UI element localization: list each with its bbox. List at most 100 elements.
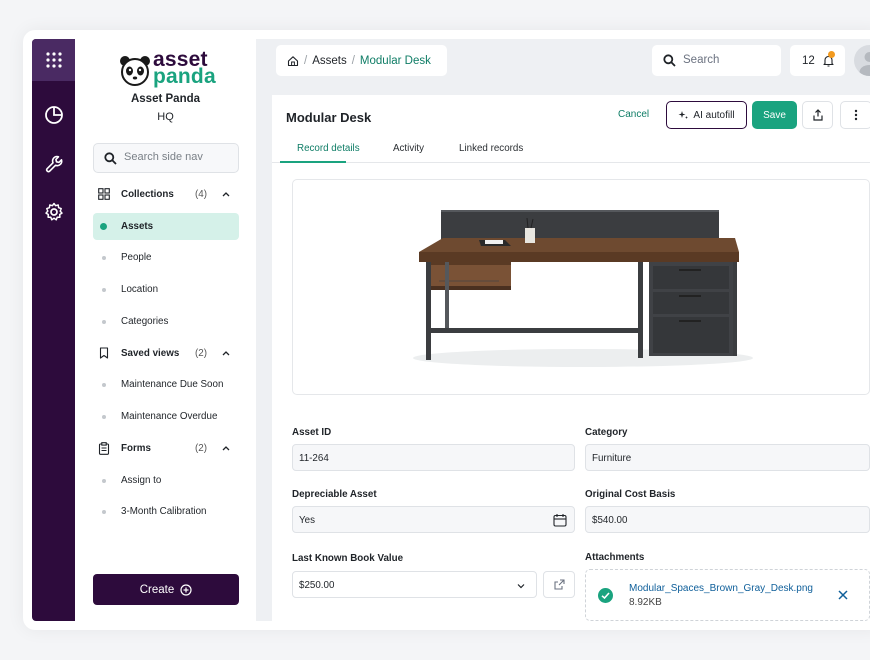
close-icon[interactable]: [837, 589, 849, 601]
desk-illustration: [413, 210, 753, 367]
cost-basis-label: Original Cost Basis: [585, 489, 676, 500]
sidebar-item-label: Maintenance Overdue: [121, 411, 218, 422]
active-tab-indicator: [280, 161, 346, 163]
ai-autofill-button[interactable]: AI autofill: [666, 101, 747, 129]
org-name: Asset Panda: [130, 93, 201, 105]
calendar-icon[interactable]: [553, 513, 567, 527]
chevron-up-icon[interactable]: [221, 189, 231, 199]
record-card: Modular Desk Cancel AI autofill Save Rec…: [272, 95, 870, 621]
attachment-file-size: 8.92KB: [629, 597, 662, 608]
breadcrumb-assets[interactable]: Assets: [312, 55, 347, 67]
tab-linked-records[interactable]: Linked records: [459, 143, 523, 154]
collections-icon: [98, 188, 110, 200]
more-vertical-icon: [854, 109, 858, 121]
sidebar-item-label: Location: [121, 284, 159, 295]
tab-record-details[interactable]: Record details: [297, 143, 360, 154]
chevron-down-icon: [517, 584, 525, 589]
sidebar-item-categories[interactable]: Categories: [93, 308, 239, 335]
sidebar-item-3-month-calibration[interactable]: 3-Month Calibration: [93, 498, 239, 525]
icon-rail: [32, 39, 75, 621]
sidebar-item-maintenance-overdue[interactable]: Maintenance Overdue: [93, 403, 239, 430]
asset-panda-logo: asset panda: [118, 48, 228, 96]
check-icon: [601, 592, 610, 600]
book-value-value: $250.00: [299, 580, 335, 591]
panda-logo-icon: [120, 56, 150, 86]
category-field[interactable]: Furniture: [585, 444, 870, 471]
asset-id-label: Asset ID: [292, 427, 332, 438]
apps-grid-button[interactable]: [32, 39, 75, 81]
bookmark-icon: [99, 347, 109, 359]
active-dot: [100, 223, 107, 230]
wrench-icon[interactable]: [43, 153, 65, 175]
create-button-label: Create: [139, 583, 175, 596]
main-content: / Assets / Modular Desk 12: [256, 39, 870, 621]
ai-autofill-label: AI autofill: [693, 109, 735, 121]
sidebar-item-assets[interactable]: Assets: [93, 213, 239, 240]
bullet-dot: [102, 287, 106, 292]
asset-image: [292, 179, 870, 395]
upload-complete-badge: [598, 588, 613, 603]
open-link-button[interactable]: [543, 571, 575, 598]
depreciable-asset-field[interactable]: Yes: [292, 506, 575, 533]
sidebar-item-label: Categories: [121, 316, 169, 327]
gear-icon[interactable]: [43, 201, 65, 223]
chevron-up-icon[interactable]: [221, 443, 231, 453]
cancel-button[interactable]: Cancel: [618, 109, 649, 120]
more-options-button[interactable]: [840, 101, 870, 129]
org-subtitle: HQ: [157, 111, 174, 123]
global-search-input[interactable]: [683, 54, 773, 66]
bullet-dot: [102, 319, 106, 324]
chevron-up-icon[interactable]: [221, 348, 231, 358]
sidebar-item-maintenance-due-soon[interactable]: Maintenance Due Soon: [93, 371, 239, 398]
cost-basis-field[interactable]: $540.00: [585, 506, 870, 533]
nav-group-count: (4): [195, 189, 207, 200]
sidebar-item-location[interactable]: Location: [93, 276, 239, 303]
create-button[interactable]: Create: [93, 574, 239, 605]
tab-activity[interactable]: Activity: [393, 143, 424, 154]
nav-group-count: (2): [195, 348, 207, 359]
notification-count: 12: [802, 54, 815, 67]
attachments-label: Attachments: [585, 552, 645, 563]
search-icon: [663, 54, 676, 67]
asset-id-field[interactable]: 11-264: [292, 444, 575, 471]
pie-chart-icon[interactable]: [43, 104, 65, 126]
sidebar-item-label: Maintenance Due Soon: [121, 379, 224, 390]
category-label: Category: [585, 427, 628, 438]
nav-group-saved-views[interactable]: Saved views (2): [93, 340, 239, 367]
book-value-select[interactable]: $250.00: [292, 571, 537, 598]
app-window: asset panda Asset Panda HQ Collections (…: [23, 30, 870, 630]
side-nav-search[interactable]: [93, 143, 239, 173]
sidebar-item-label: Assets: [121, 221, 154, 232]
sidebar-item-label: People: [121, 252, 152, 263]
avatar[interactable]: [854, 45, 870, 76]
search-icon: [104, 152, 117, 165]
breadcrumb: / Assets / Modular Desk: [276, 45, 447, 76]
side-nav: asset panda Asset Panda HQ Collections (…: [75, 39, 256, 621]
nav-group-forms[interactable]: Forms (2): [93, 435, 239, 462]
nav-group-label: Collections: [121, 189, 174, 200]
page-title: Modular Desk: [286, 110, 372, 125]
nav-group-collections[interactable]: Collections (4): [93, 181, 239, 208]
save-button[interactable]: Save: [752, 101, 797, 129]
home-icon[interactable]: [287, 55, 299, 67]
share-button[interactable]: [802, 101, 833, 129]
notifications-button[interactable]: 12: [790, 45, 845, 76]
global-search[interactable]: [652, 45, 781, 76]
breadcrumb-separator: /: [304, 54, 308, 67]
attachment-item[interactable]: Modular_Spaces_Brown_Gray_Desk.png 8.92K…: [585, 569, 870, 621]
nav-group-label: Saved views: [121, 348, 180, 359]
share-icon: [812, 109, 823, 121]
sidebar-item-assign-to[interactable]: Assign to: [93, 467, 239, 494]
bullet-dot: [102, 414, 106, 419]
logo-text-line2: panda: [153, 65, 216, 88]
nav-group-count: (2): [195, 443, 207, 454]
record-tabs: Record details Activity Linked records: [272, 135, 870, 163]
bullet-dot: [102, 478, 106, 483]
sidebar-item-people[interactable]: People: [93, 244, 239, 271]
sparkle-icon: [678, 110, 689, 119]
breadcrumb-current: Modular Desk: [359, 54, 431, 67]
side-nav-search-input[interactable]: [124, 151, 234, 163]
depreciable-asset-value: Yes: [299, 515, 315, 526]
depreciable-asset-label: Depreciable Asset: [292, 489, 377, 500]
attachment-file-name[interactable]: Modular_Spaces_Brown_Gray_Desk.png: [629, 583, 813, 594]
